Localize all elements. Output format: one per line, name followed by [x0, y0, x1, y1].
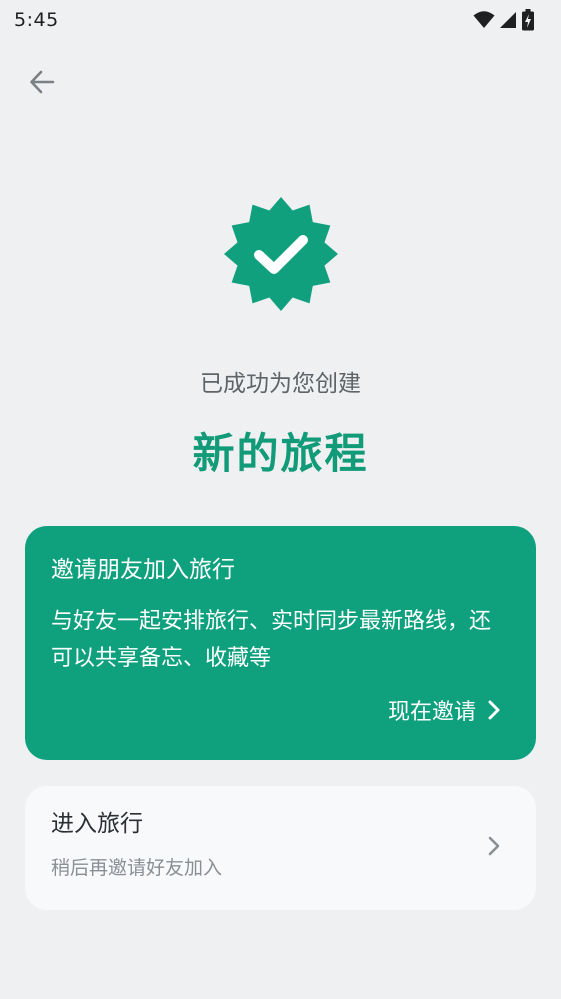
invite-now-button[interactable]: 现在邀请	[388, 694, 500, 726]
back-button[interactable]	[22, 62, 62, 102]
invite-now-label: 现在邀请	[387, 700, 476, 725]
page-title: 新的旅程	[192, 429, 369, 478]
chevron-right-icon	[488, 836, 500, 856]
verified-check-badge-icon	[224, 197, 338, 311]
cellular-signal-icon	[500, 12, 516, 28]
status-icons	[473, 9, 535, 31]
invite-card-description: 与好友一起安排旅行、实时同步最新路线，还可以共享备忘、收藏等	[51, 609, 492, 671]
chevron-right-icon	[488, 700, 500, 720]
battery-charging-icon	[522, 9, 534, 31]
enter-trip-card[interactable]: 进入旅行 稍后再邀请好友加入	[25, 786, 536, 910]
enter-trip-title: 进入旅行	[51, 811, 143, 837]
status-time: 5:45	[14, 9, 59, 31]
success-subtitle: 已成功为您创建	[200, 371, 361, 397]
invite-card-title: 邀请朋友加入旅行	[51, 557, 235, 583]
enter-trip-subtitle: 稍后再邀请好友加入	[51, 857, 223, 879]
wifi-icon	[473, 11, 495, 28]
invite-friends-card[interactable]: 邀请朋友加入旅行 与好友一起安排旅行、实时同步最新路线，还可以共享备忘、收藏等 …	[25, 526, 536, 760]
arrow-left-icon	[30, 70, 55, 94]
status-bar: 5:45	[0, 0, 561, 40]
